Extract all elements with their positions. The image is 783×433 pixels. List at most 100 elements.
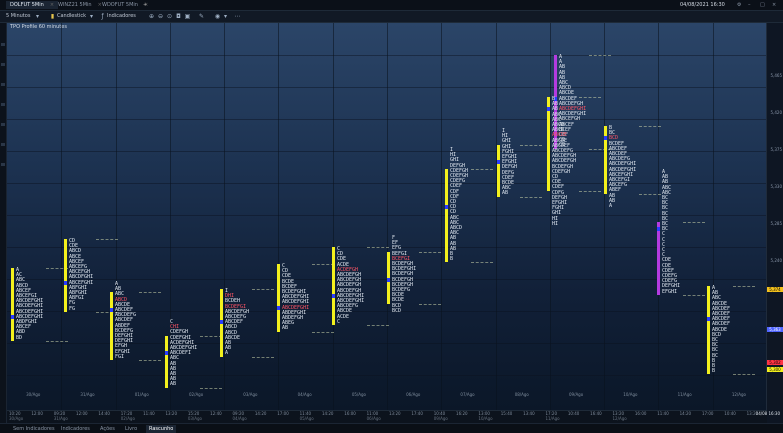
price-tick: 5,330 [770,184,782,189]
day-label: 31/Ago [80,392,95,397]
tab-dolfut[interactable]: DOLFUT 5Min × [6,1,59,9]
chevron-down-icon[interactable]: ▾ [222,13,229,20]
tab-rascunho[interactable]: Rascunho [146,425,177,433]
time-axis[interactable]: 10:20 30/Ago 12:00 09:20 31/Ago 12:00 14:40 17:… [7,410,767,423]
time-date: 11/Ago [545,416,560,421]
tpo-profile[interactable]: C CD CDE ACDE ACDEFGH ABCDEFGH ABCDEFGH … [337,246,364,325]
value-area-bar [165,335,168,388]
chart-style-select[interactable]: Candlestick [57,13,86,20]
time-date: 03/Ago [187,416,202,421]
time-tick: 15:40 [500,411,513,416]
tab-sem-indicadores[interactable]: Sem Indicadores [10,425,58,433]
time-tick: 10:40 [724,411,736,416]
value-area-bar [332,247,335,325]
tpo-profile[interactable]: B BC BCD BCDEF ABCDEF ABCDEF ABCDEFG ABC… [609,125,636,209]
tpo-row: B [712,368,716,375]
value-area-extension [312,331,334,333]
close-window-icon[interactable]: × [768,1,780,9]
value-area-bar [11,268,14,341]
tpo-profile[interactable]: A AB AB ABC ABC BC BC BC BC BC BC BC C C… [662,169,680,295]
tpo-profile[interactable]: A AC ABC ABCD ABCEF ABCEFGI ABCDEFGHI AB… [16,267,43,341]
grid-line [7,87,767,88]
day-separator [495,23,497,410]
trash-icon[interactable] [1,163,5,166]
indicators-button[interactable]: Indicadores [107,13,136,20]
timeframe-select[interactable]: 5 Minutos [6,13,30,20]
layout-icon[interactable]: ▣ [184,13,191,20]
tpo-profile[interactable]: A AB ABC ABCD ABCDE ABCDEF ABCDEFG ABCDE… [115,281,136,360]
tab-acoes[interactable]: Ações [97,425,118,433]
tab-label: WINZ21 5Min [58,2,92,8]
time-tick: 14:20 [321,411,334,416]
zoom-fit-icon[interactable]: ⊙ [166,13,173,20]
price-tick: 5,465 [770,73,782,78]
value-area-bar [445,168,448,263]
day-label: 09/Ago [569,392,584,397]
poc-marker [332,293,335,298]
tpo-row: BD [16,334,23,341]
price-tick: 5,375 [770,147,782,152]
cursor-tool-icon[interactable] [1,43,5,46]
time-tick: 12:00 [76,411,88,416]
datetime-display: 04/08/2021 16:30 [680,2,725,8]
line-tool-icon[interactable] [1,63,5,66]
time-tick: 16:00 [634,411,647,416]
workspace-tab-bar: Sem Indicadores Indicadores Ações Livro … [0,423,783,433]
value-area-extension [683,294,705,296]
day-separator [549,23,551,410]
grid-line [7,375,767,376]
add-tab-icon[interactable]: + [139,1,151,9]
text-tool-icon[interactable] [1,103,5,106]
tpo-chart-area[interactable]: TPO Profile 60 minutes A AC ABC ABCD ABC… [7,23,767,410]
measure-tool-icon[interactable] [1,143,5,146]
tpo-profile[interactable]: CD CDE ABCD ABCE ABCEF ABCEFG ABCEFGH AB… [69,238,93,312]
value-area-bar [497,144,500,197]
shape-tool-icon[interactable] [1,123,5,126]
zoom-in-icon[interactable]: ⊕ [148,13,155,20]
tab-label: WDOFUT 5Min [102,2,138,8]
more-icon[interactable]: ⋯ [234,13,241,20]
value-area-bar [64,239,67,312]
grid-line [7,151,767,152]
chevron-down-icon[interactable]: ▾ [34,13,41,20]
grid-line [7,119,767,120]
minimize-icon[interactable]: – [744,1,755,9]
tpo-row: FG [69,305,76,312]
tpo-profile[interactable]: I DHI BCDEH BCDEFGI ABCDEFGH ABCDEFG ABC… [225,288,249,357]
grid-line [7,55,767,56]
day-label: 06/Ago [406,392,421,397]
tab-indicadores[interactable]: Indicadores [58,425,93,433]
tpo-profile[interactable]: C CD CDE BCDE BCDEF BCDEFGHI ABCDEFGHI A… [282,263,309,332]
poc-marker [497,160,500,165]
value-area-extension [520,196,542,198]
tpo-profile[interactable]: B AB AB ABC ABC ABCD ABCD ABCDE ABCDE AB… [552,96,576,227]
fibonacci-tool-icon[interactable] [1,83,5,86]
eye-icon[interactable]: ◉ [214,13,221,20]
time-date: 30/Ago [9,416,24,421]
value-area-extension [139,292,161,294]
tpo-profile[interactable]: I HI GHI DEFGH CDEFGH CDEFGH CDEFG CDEF … [450,147,468,262]
screenshot-icon[interactable]: ◘ [175,13,182,20]
poc-marker [11,314,14,319]
zoom-out-icon[interactable]: ⊖ [157,13,164,20]
maximize-icon[interactable]: □ [756,1,769,9]
day-label: 02/Ago [189,392,204,397]
value-area-extension [419,251,441,253]
tpo-profile[interactable]: F EF EFG BEFGI BCEFGI BCDEFGH BCDEFGHI B… [392,235,416,314]
chart-tab-bar: DOLFUT 5Min × WINZ21 5Min × WDOFUT 5Min × +… [0,0,783,11]
price-axis[interactable]: 5,465 5,420 5,375 5,330 5,285 5,240 5,374 5,363… [766,23,783,410]
price-label: 5,363 [767,327,783,332]
chevron-down-icon[interactable]: ▾ [88,13,95,20]
price-tick: 5,285 [770,221,782,226]
time-tick: 17:40 [411,411,423,416]
tpo-profile[interactable]: I HI GHI GHI FGHI EFGHI EFGHI DEFGH DEFG… [502,128,517,197]
tpo-profile[interactable]: A AB ABC ABCDE ABCDEF ABCDEF ABCDEF ABCD… [712,285,730,375]
time-tick: 16:40 [590,411,602,416]
value-area-extension [200,335,222,337]
pencil-icon[interactable]: ✎ [198,13,205,20]
tab-livro[interactable]: Livro [122,425,140,433]
value-area-extension [46,340,68,342]
day-label: 01/Ago [134,392,149,397]
value-area-extension [579,97,601,98]
tpo-profile[interactable]: C CHI CDEFGH CDEFGHI ACDEFGHI ABCDEFGHI … [170,319,197,388]
